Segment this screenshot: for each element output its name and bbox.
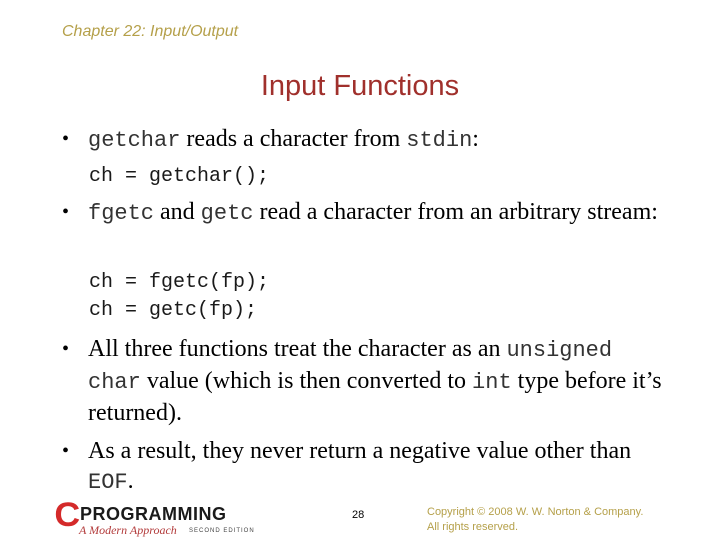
bullet-item: • All three functions treat the characte… (62, 334, 672, 428)
code-line: ch = fgetc(fp); (89, 271, 270, 294)
text-run: : (472, 126, 479, 152)
code-term: stdin (406, 128, 473, 153)
book-logo: C PROGRAMMING A Modern Approach SECOND E… (54, 496, 270, 538)
bullet-item: • getchar reads a character from stdin: (62, 124, 682, 156)
copyright-line: Copyright © 2008 W. W. Norton & Company. (427, 506, 644, 518)
bullet-text: fgetc and getc read a character from an … (88, 197, 662, 229)
slide: Chapter 22: Input/Output Input Functions… (0, 0, 720, 540)
bullet-text: As a result, they never return a negativ… (88, 436, 672, 498)
bullet-icon: • (62, 201, 70, 223)
slide-title-text: Input Functions (260, 70, 460, 102)
text-run: All three functions treat the character … (88, 336, 507, 362)
code-line: ch = getchar(); (89, 165, 270, 188)
code-line: ch = getc(fp); (89, 299, 258, 322)
text-run: read a character from an arbitrary strea… (253, 199, 658, 225)
page-number: 28 (352, 509, 365, 521)
code-term: EOF (88, 470, 128, 495)
text-run: reads a character from (180, 126, 407, 152)
code-term: getc (200, 201, 254, 226)
logo-edition: SECOND EDITION (189, 528, 255, 534)
logo-c-letter: C (54, 496, 81, 534)
text-run: As a result, they never return a negativ… (88, 438, 632, 464)
slide-title: Input Functions (0, 70, 720, 103)
bullet-icon: • (62, 440, 70, 462)
bullet-item: • As a result, they never return a negat… (62, 436, 672, 498)
copyright-notice: Copyright © 2008 W. W. Norton & Company.… (427, 505, 643, 535)
bullet-text: All three functions treat the character … (88, 334, 672, 428)
text-run: and (154, 199, 201, 225)
chapter-heading: Chapter 22: Input/Output (62, 23, 239, 40)
code-term: fgetc (88, 201, 155, 226)
logo-wordmark: PROGRAMMING (80, 504, 227, 524)
bullet-icon: • (62, 338, 70, 360)
code-term: int (472, 370, 512, 395)
code-term: getchar (88, 128, 181, 153)
bullet-item: • fgetc and getc read a character from a… (62, 197, 662, 229)
text-run: value (which is then converted to (140, 368, 473, 394)
copyright-line: All rights reserved. (427, 521, 519, 533)
logo-subtitle: A Modern Approach (79, 523, 177, 537)
bullet-icon: • (62, 128, 70, 150)
bullet-text: getchar reads a character from stdin: (88, 124, 682, 156)
text-run: . (127, 468, 134, 494)
